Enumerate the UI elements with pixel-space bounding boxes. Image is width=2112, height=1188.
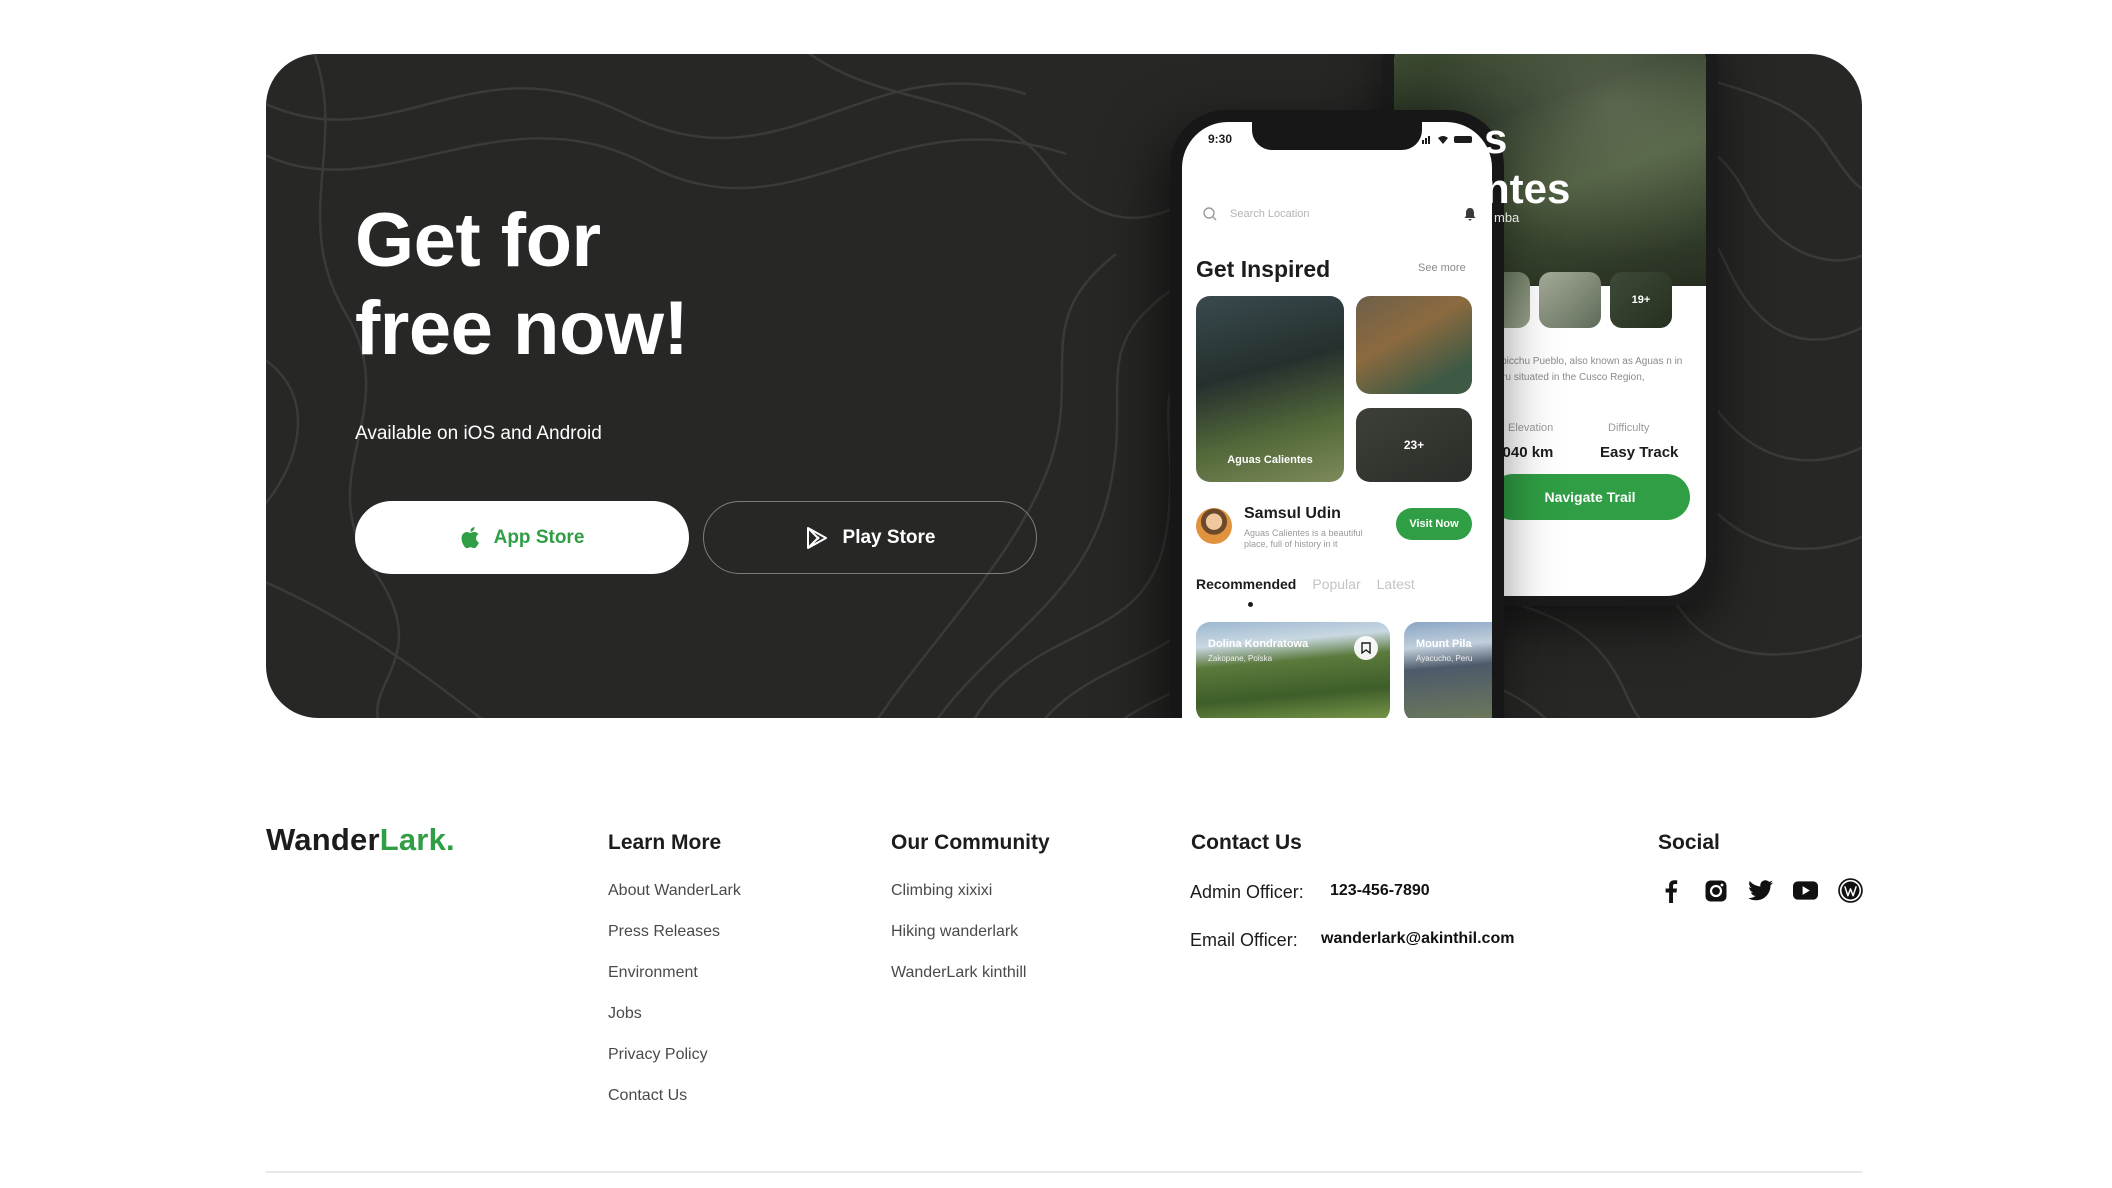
avatar xyxy=(1196,508,1232,544)
link-hiking[interactable]: Hiking wanderlark xyxy=(891,923,1018,941)
gallery-thumb[interactable] xyxy=(1539,272,1601,328)
tab-popular[interactable]: Popular xyxy=(1312,576,1360,592)
search-placeholder: Search Location xyxy=(1230,208,1310,220)
officer-email[interactable]: wanderlark@akinthil.com xyxy=(1321,930,1514,948)
destination-title: s ntes xyxy=(1484,114,1570,214)
play-store-icon xyxy=(805,526,829,550)
destination-title-line-2: ntes xyxy=(1484,165,1571,212)
author-description: Aguas Calientes is a beautiful place, fu… xyxy=(1244,528,1363,549)
logo-main: Wander xyxy=(266,822,380,857)
footer-divider xyxy=(266,1171,1862,1173)
link-contact-us[interactable]: Contact Us xyxy=(608,1087,687,1105)
link-about[interactable]: About WanderLark xyxy=(608,882,741,900)
link-privacy-policy[interactable]: Privacy Policy xyxy=(608,1046,708,1064)
phone-notch xyxy=(1252,122,1422,150)
search-location-input[interactable]: Search Location xyxy=(1202,194,1478,234)
wanderlark-logo[interactable]: WanderLark. xyxy=(266,822,455,858)
play-store-label: Play Store xyxy=(842,526,936,548)
more-count: 23+ xyxy=(1403,438,1425,452)
apple-icon xyxy=(460,526,480,549)
learn-more-heading: Learn More xyxy=(608,831,722,854)
link-press-releases[interactable]: Press Releases xyxy=(608,923,720,941)
link-climbing[interactable]: Climbing xixixi xyxy=(891,882,992,900)
recommended-card[interactable]: Dolina Kondratowa Zakopane, Polska xyxy=(1196,622,1390,718)
facebook-icon[interactable] xyxy=(1658,878,1683,903)
social-links xyxy=(1658,878,1863,903)
social-heading: Social xyxy=(1658,831,1720,854)
phone-home-screen: 9:30 Search Location Get Inspired See mo… xyxy=(1182,122,1492,718)
bookmark-icon[interactable] xyxy=(1354,636,1378,660)
destination-title-line-1: s xyxy=(1484,115,1508,162)
navigate-trail-button[interactable]: Navigate Trail xyxy=(1490,474,1690,520)
see-more-link[interactable]: See more xyxy=(1418,262,1466,274)
active-tab-indicator xyxy=(1248,602,1253,607)
get-inspired-heading: Get Inspired xyxy=(1196,256,1331,282)
email-officer-label: Email Officer: xyxy=(1190,930,1298,950)
destination-description: uppicchu Pueblo, also known as Aguas n i… xyxy=(1490,356,1683,383)
twitter-icon[interactable] xyxy=(1748,878,1773,903)
difficulty-value: Easy Track xyxy=(1600,444,1679,461)
download-banner: Get for free now! Available on iOS and A… xyxy=(266,54,1862,718)
destination-card[interactable] xyxy=(1356,296,1472,394)
elevation-label: Elevation xyxy=(1508,422,1554,434)
recommended-card-title: Mount Pila xyxy=(1416,638,1472,650)
tab-latest[interactable]: Latest xyxy=(1377,576,1415,592)
link-jobs[interactable]: Jobs xyxy=(608,1005,642,1023)
category-tabs: Recommended Popular Latest xyxy=(1196,576,1415,592)
wordpress-icon[interactable] xyxy=(1838,878,1863,903)
app-store-button[interactable]: App Store xyxy=(355,501,689,574)
our-community-heading: Our Community xyxy=(891,831,1050,854)
destination-card-aguas[interactable]: Aguas Calientes xyxy=(1196,296,1344,482)
hero-title-line-2: free now! xyxy=(355,286,689,371)
logo-accent: Lark. xyxy=(379,822,455,857)
recommended-card-location: Ayacucho, Peru xyxy=(1416,654,1473,663)
hero-subtitle: Available on iOS and Android xyxy=(355,423,602,444)
admin-officer-label: Admin Officer: xyxy=(1190,882,1304,902)
recommended-card[interactable]: Mount Pila Ayacucho, Peru xyxy=(1404,622,1492,718)
app-store-label: App Store xyxy=(493,526,585,548)
destination-card-more[interactable]: 23+ xyxy=(1356,408,1472,482)
admin-phone[interactable]: 123-456-7890 xyxy=(1330,882,1430,900)
link-kinthill[interactable]: WanderLark kinthill xyxy=(891,964,1026,982)
page: Get for free now! Available on iOS and A… xyxy=(0,0,2112,1188)
hero-title-line-1: Get for xyxy=(355,198,601,283)
tab-recommended[interactable]: Recommended xyxy=(1196,576,1296,592)
contact-us-heading: Contact Us xyxy=(1191,831,1302,854)
difficulty-label: Difficulty xyxy=(1608,422,1650,434)
play-store-button[interactable]: Play Store xyxy=(703,501,1037,574)
destination-card-label: Aguas Calientes xyxy=(1227,454,1313,466)
bell-icon[interactable] xyxy=(1462,206,1478,222)
phone-mockup-home: 9:30 Search Location Get Inspired See mo… xyxy=(1170,110,1504,718)
destination-subtitle: mba xyxy=(1494,210,1520,225)
status-icons xyxy=(1422,136,1472,144)
author-name: Samsul Udin xyxy=(1244,505,1341,522)
gallery-thumb-more[interactable]: 19+ xyxy=(1610,272,1672,328)
recommended-card-title: Dolina Kondratowa xyxy=(1208,638,1309,650)
link-environment[interactable]: Environment xyxy=(608,964,698,982)
hero-title: Get for free now! xyxy=(355,197,689,373)
status-time: 9:30 xyxy=(1208,132,1233,146)
recommended-card-location: Zakopane, Polska xyxy=(1208,654,1273,663)
youtube-icon[interactable] xyxy=(1793,878,1818,903)
instagram-icon[interactable] xyxy=(1703,878,1728,903)
search-icon xyxy=(1203,207,1217,221)
visit-now-button[interactable]: Visit Now xyxy=(1396,508,1472,540)
